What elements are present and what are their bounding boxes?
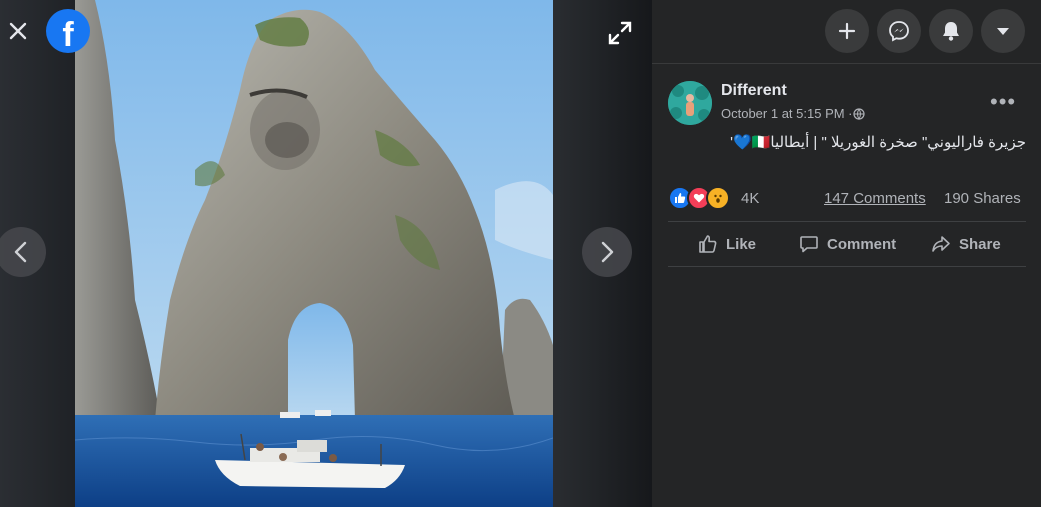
facebook-logo[interactable]: f (46, 9, 90, 54)
photo-viewer: f (0, 0, 652, 507)
post-text: جزيرة فاراليوني" صخرة الغوريلا " | أيطال… (730, 134, 1026, 151)
thumbs-up-icon (699, 235, 717, 253)
plus-icon (838, 22, 856, 40)
actions-bottom-divider (668, 266, 1026, 267)
notifications-button[interactable] (929, 9, 973, 53)
avatar-image (668, 81, 712, 125)
comments-count-link[interactable]: 147 Comments (824, 190, 926, 207)
post-author[interactable]: Different (721, 82, 787, 100)
avatar[interactable] (668, 81, 712, 125)
chevron-right-icon (601, 241, 614, 263)
facebook-logo-letter: f (62, 15, 74, 54)
share-icon (932, 236, 950, 252)
chevron-left-icon (14, 241, 27, 263)
expand-button[interactable] (603, 17, 637, 49)
post-photo[interactable] (75, 0, 553, 507)
actions-top-divider (668, 221, 1026, 222)
like-label: Like (726, 235, 757, 253)
shares-count[interactable]: 190 Shares (944, 190, 1021, 207)
create-button[interactable] (825, 9, 869, 53)
comment-label: Comment (827, 235, 897, 253)
wow-reaction-icon (706, 186, 730, 210)
bell-icon (943, 22, 959, 41)
messenger-icon (889, 21, 909, 42)
share-label: Share (959, 235, 1001, 253)
gorilla-rock-image (75, 0, 553, 507)
expand-icon (608, 21, 632, 45)
reaction-summary[interactable]: 4K (668, 186, 759, 210)
globe-icon (852, 107, 865, 120)
post-timestamp[interactable]: October 1 at 5:15 PM · (721, 106, 853, 121)
post-options-button[interactable]: ••• (990, 89, 1016, 115)
account-menu-button[interactable] (981, 9, 1025, 53)
like-button[interactable]: Like (698, 232, 756, 256)
share-button[interactable]: Share (931, 232, 1001, 256)
close-button[interactable] (0, 11, 36, 51)
topbar-divider (652, 63, 1041, 64)
comment-icon (800, 236, 818, 253)
messenger-button[interactable] (877, 9, 921, 53)
reaction-count: 4K (741, 189, 760, 207)
next-photo-button[interactable] (582, 227, 632, 277)
comment-button[interactable]: Comment (799, 232, 896, 256)
close-icon (9, 22, 27, 40)
caret-down-icon (997, 28, 1009, 35)
post-meta: October 1 at 5:15 PM · (721, 106, 865, 121)
